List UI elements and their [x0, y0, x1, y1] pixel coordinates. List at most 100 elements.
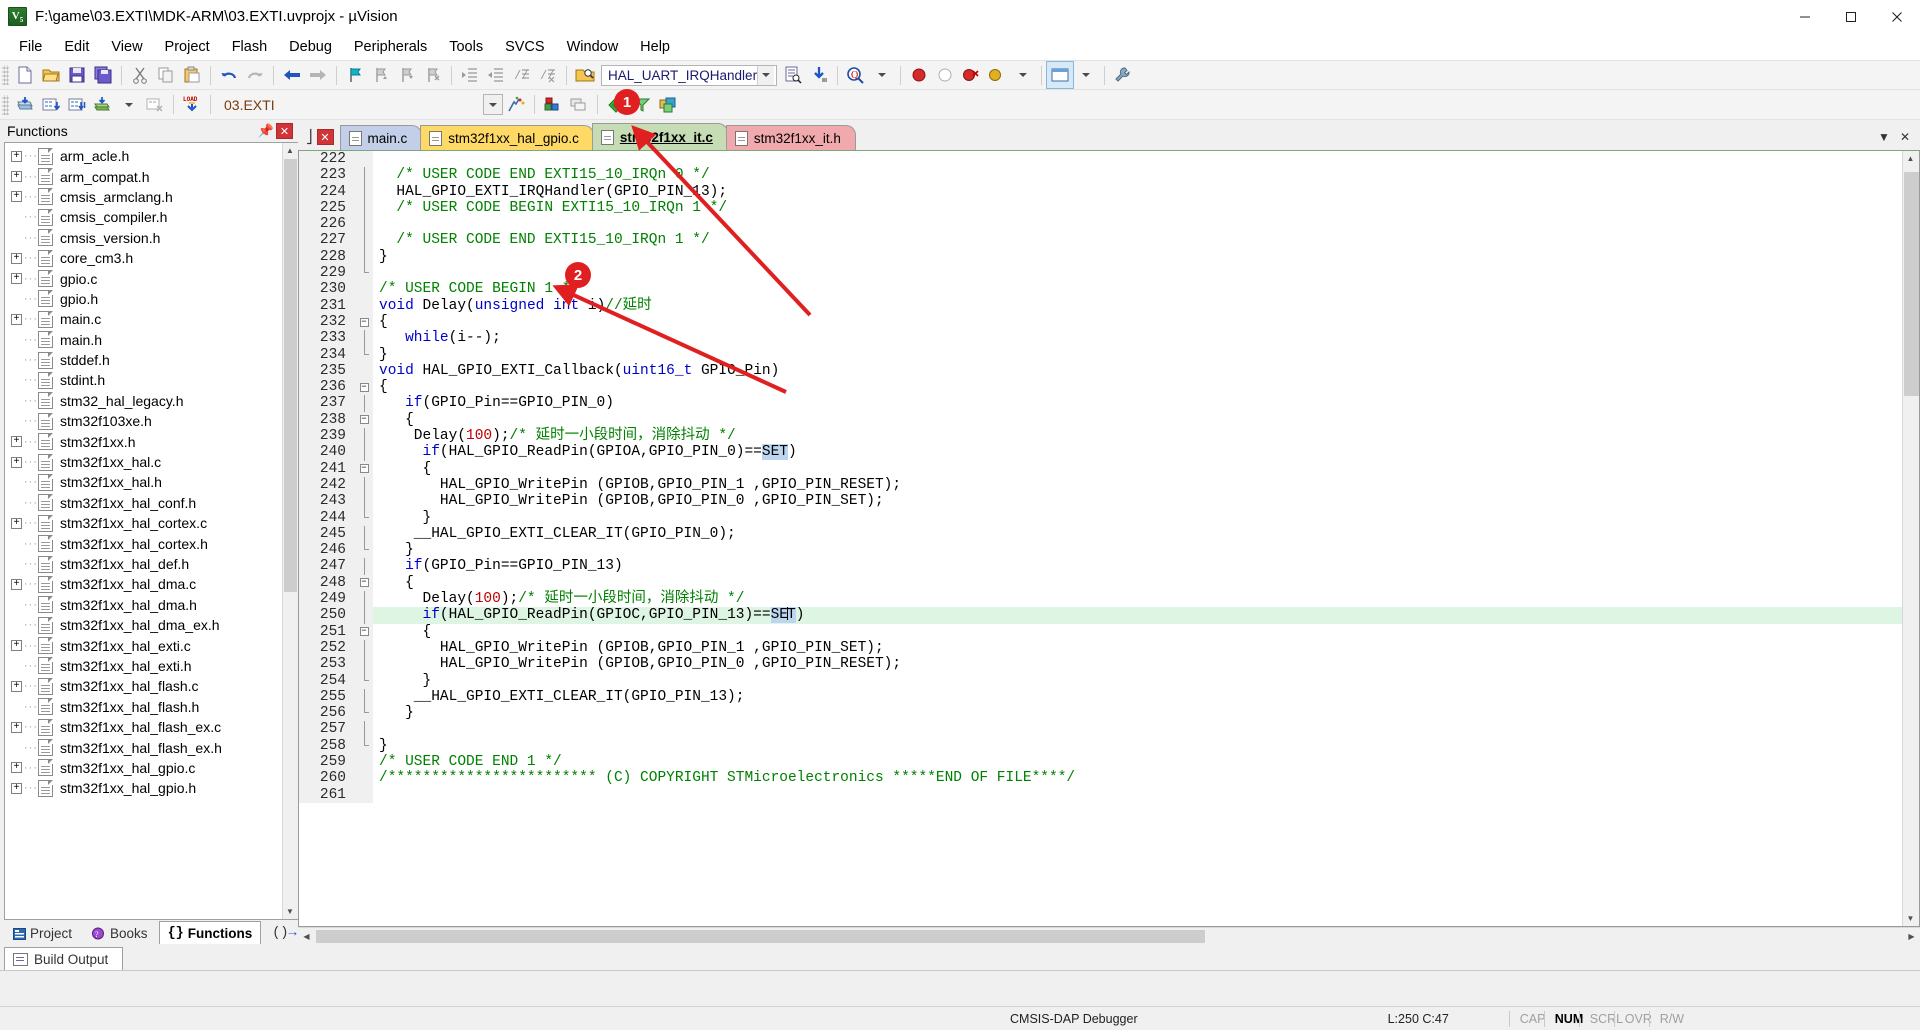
tree-item[interactable]: + ··· arm_compat.h: [5, 166, 282, 186]
expand-icon[interactable]: +: [11, 273, 22, 285]
left-tab-books[interactable]: ? Books: [83, 922, 157, 944]
code-line[interactable]: 257: [299, 721, 1902, 738]
tree-item[interactable]: ··· stm32f1xx_hal_flash.h: [5, 697, 282, 717]
new-file-icon[interactable]: [12, 62, 38, 88]
left-tab-functions[interactable]: {} Functions: [158, 921, 262, 944]
menu-help[interactable]: Help: [629, 36, 681, 58]
expand-icon[interactable]: +: [11, 782, 22, 794]
code-line[interactable]: 232−{: [299, 313, 1902, 331]
code-line[interactable]: 228}: [299, 248, 1902, 266]
chevron-down-icon[interactable]: [757, 65, 775, 85]
editor-horizontal-scrollbar[interactable]: ◀ ▶: [298, 927, 1920, 944]
code-line[interactable]: 237 if(GPIO_Pin==GPIO_PIN_0): [299, 395, 1902, 412]
fold-marker[interactable]: −: [355, 411, 373, 429]
configure-wrench-icon[interactable]: [1110, 62, 1136, 88]
editor-pin-icon[interactable]: ⎦: [306, 129, 313, 145]
rebuild-all-icon[interactable]: [64, 92, 90, 118]
tree-item[interactable]: + ··· gpio.c: [5, 268, 282, 288]
tree-item[interactable]: + ··· arm_acle.h: [5, 146, 282, 166]
fold-marker[interactable]: −: [355, 623, 373, 640]
tree-item[interactable]: ··· main.h: [5, 330, 282, 350]
expand-icon[interactable]: +: [11, 191, 22, 203]
save-icon[interactable]: [64, 62, 90, 88]
tree-item[interactable]: ··· stdint.h: [5, 370, 282, 390]
fold-marker[interactable]: −: [355, 313, 373, 331]
expand-icon[interactable]: +: [11, 517, 22, 529]
target-selector-value[interactable]: 03.EXTI: [216, 97, 283, 113]
scroll-down-icon[interactable]: ▼: [282, 904, 298, 919]
code-line[interactable]: 231 void Delay(unsigned int i)//延时: [299, 297, 1902, 314]
code-line[interactable]: 258}: [299, 737, 1902, 754]
redo-icon[interactable]: [242, 62, 268, 88]
editor-tab-main-c[interactable]: main.c: [339, 125, 423, 150]
code-line[interactable]: 230 /* USER CODE BEGIN 1 */: [299, 281, 1902, 298]
scroll-left-icon[interactable]: ◀: [298, 929, 315, 944]
navigate-back-icon[interactable]: [279, 62, 305, 88]
code-line[interactable]: 239 Delay(100);/* 延时一小段时间，消除抖动 */: [299, 428, 1902, 445]
expand-icon[interactable]: +: [11, 150, 22, 162]
tree-item[interactable]: + ··· core_cm3.h: [5, 248, 282, 268]
scroll-up-icon[interactable]: ▲: [1903, 151, 1918, 166]
editor-tab-stm32f1xx_hal_gpio-c[interactable]: stm32f1xx_hal_gpio.c: [420, 125, 594, 150]
tree-item[interactable]: ··· stm32f1xx_hal_dma_ex.h: [5, 615, 282, 635]
function-nav-dropdown[interactable]: HAL_UART_IRQHandler: [601, 64, 778, 86]
menu-flash[interactable]: Flash: [221, 36, 278, 58]
expand-icon[interactable]: +: [11, 762, 22, 774]
code-line[interactable]: 259 /* USER CODE END 1 */: [299, 753, 1902, 771]
code-line[interactable]: 255 __HAL_GPIO_EXTI_CLEAR_IT(GPIO_PIN_13…: [299, 688, 1902, 706]
open-function-browser-icon[interactable]: [572, 62, 598, 88]
breakpoint-kill-all-icon[interactable]: [958, 62, 984, 88]
code-line[interactable]: 241− {: [299, 460, 1902, 477]
close-button[interactable]: [1874, 0, 1920, 34]
tree-item[interactable]: ··· stm32f103xe.h: [5, 411, 282, 431]
tree-item[interactable]: + ··· stm32f1xx_hal_flash_ex.c: [5, 717, 282, 737]
code-line[interactable]: 245 __HAL_GPIO_EXTI_CLEAR_IT(GPIO_PIN_0)…: [299, 525, 1902, 543]
code-line[interactable]: 249 Delay(100);/* 延时一小段时间，消除抖动 */: [299, 591, 1902, 608]
expand-icon[interactable]: +: [11, 313, 22, 325]
code-line[interactable]: 240 if(HAL_GPIO_ReadPin(GPIOA,GPIO_PIN_0…: [299, 444, 1902, 461]
bookmark-prev-icon[interactable]: [368, 62, 394, 88]
minimize-button[interactable]: [1782, 0, 1828, 34]
code-line[interactable]: 225 /* USER CODE BEGIN EXTI15_10_IRQn 1 …: [299, 199, 1902, 217]
bookmark-toggle-icon[interactable]: [342, 62, 368, 88]
bookmark-clear-icon[interactable]: [420, 62, 446, 88]
code-line[interactable]: 235 void HAL_GPIO_EXTI_Callback(uint16_t …: [299, 362, 1902, 380]
expand-icon[interactable]: +: [11, 721, 22, 733]
code-line[interactable]: 226: [299, 216, 1902, 233]
left-tab-project[interactable]: Project: [4, 922, 81, 944]
expand-icon[interactable]: +: [11, 436, 22, 448]
tree-item[interactable]: + ··· stm32f1xx_hal_cortex.c: [5, 513, 282, 533]
editor-close-icon[interactable]: ✕: [316, 129, 334, 145]
expand-icon[interactable]: +: [11, 680, 22, 692]
code-line[interactable]: 261: [299, 786, 1902, 803]
start-debug-icon[interactable]: [906, 62, 932, 88]
tree-item[interactable]: ··· stm32f1xx_hal_dma.h: [5, 595, 282, 615]
fold-marker[interactable]: −: [355, 379, 373, 396]
code-line[interactable]: 256 }: [299, 705, 1902, 722]
batch-build-caret-icon[interactable]: [116, 92, 142, 118]
menu-tools[interactable]: Tools: [438, 36, 494, 58]
maximize-button[interactable]: [1828, 0, 1874, 34]
pin-icon[interactable]: 📌: [258, 123, 274, 139]
scroll-track[interactable]: [1903, 166, 1919, 911]
tree-item[interactable]: ··· stm32_hal_legacy.h: [5, 391, 282, 411]
code-line[interactable]: 243 HAL_GPIO_WritePin (GPIOB,GPIO_PIN_0 …: [299, 493, 1902, 510]
build-target-icon[interactable]: [38, 92, 64, 118]
manage-runtime-icon[interactable]: [540, 92, 566, 118]
menu-debug[interactable]: Debug: [278, 36, 343, 58]
menu-file[interactable]: File: [8, 36, 53, 58]
tree-item[interactable]: ··· cmsis_version.h: [5, 228, 282, 248]
window-layout-caret-icon[interactable]: [1073, 62, 1099, 88]
tree-item[interactable]: + ··· stm32f1xx_hal_dma.c: [5, 574, 282, 594]
code-line[interactable]: 254 }: [299, 672, 1902, 689]
green-filter-icon[interactable]: [629, 92, 655, 118]
menu-peripherals[interactable]: Peripherals: [343, 36, 438, 58]
comment-icon[interactable]: //: [509, 62, 535, 88]
tree-item[interactable]: + ··· stm32f1xx_hal_gpio.h: [5, 778, 282, 798]
uncomment-icon[interactable]: //: [535, 62, 561, 88]
load-icon[interactable]: LOAD: [179, 92, 205, 118]
breakpoint-list-icon[interactable]: [984, 62, 1010, 88]
code-line[interactable]: 244 }: [299, 509, 1902, 526]
scroll-thumb[interactable]: [316, 929, 1206, 943]
editor-tab-stm32f1xx_it-h[interactable]: stm32f1xx_it.h: [725, 125, 856, 150]
